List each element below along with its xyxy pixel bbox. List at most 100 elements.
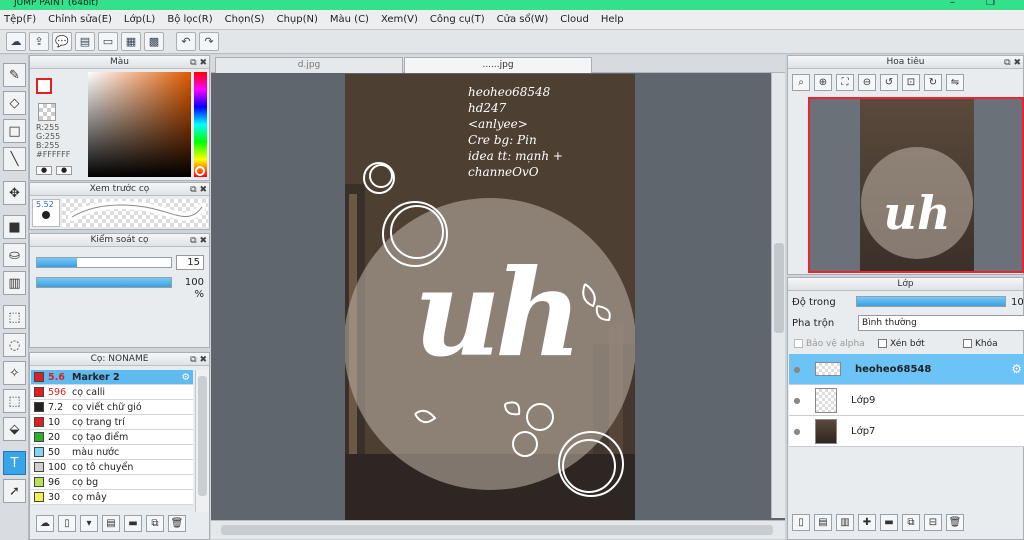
lasso-icon[interactable]: ◌ bbox=[3, 333, 26, 357]
zoom-in-icon[interactable]: ⊕ bbox=[814, 74, 832, 91]
menu-file[interactable]: Tệp(F) bbox=[4, 14, 36, 25]
grid-icon[interactable]: ▩ bbox=[144, 32, 164, 51]
select-eraser-icon[interactable]: ⬙ bbox=[3, 417, 26, 441]
brush-item[interactable]: 10 cọ trang trí bbox=[31, 415, 193, 430]
blend-mode-select[interactable]: Bình thường bbox=[858, 315, 1024, 331]
layer-visibility-icon[interactable]: ● bbox=[791, 396, 803, 405]
color-mode-button-2[interactable]: ● bbox=[56, 166, 72, 175]
rect-tool-icon[interactable]: □ bbox=[3, 119, 26, 143]
cloud-upload-icon[interactable]: ☁ bbox=[36, 515, 54, 532]
brush-settings-icon[interactable]: ▤ bbox=[102, 515, 120, 532]
layer-opacity-slider[interactable] bbox=[856, 296, 1006, 307]
clipping-checkbox[interactable]: Xén bớt bbox=[878, 339, 925, 349]
color-mode-button[interactable]: ● bbox=[36, 166, 52, 175]
brush-settings-gear-icon[interactable]: ⚙ bbox=[181, 372, 190, 383]
menu-color[interactable]: Màu (C) bbox=[330, 14, 369, 25]
menu-cloud[interactable]: Cloud bbox=[560, 14, 589, 25]
brush-item[interactable]: 96 cọ bg bbox=[31, 475, 193, 490]
saturation-value-picker[interactable] bbox=[88, 72, 191, 177]
new-layer-2-icon[interactable]: ▤ bbox=[814, 514, 832, 531]
brush-item[interactable]: 100 cọ tô chuyển bbox=[31, 460, 193, 475]
brush-item[interactable]: 596 cọ calli bbox=[31, 385, 193, 400]
redo-icon[interactable]: ↷ bbox=[199, 32, 219, 51]
transparent-color-swatch[interactable] bbox=[38, 103, 56, 121]
new-brush-icon[interactable]: ▯ bbox=[58, 515, 76, 532]
tab-d-jpg[interactable]: d.jpg bbox=[215, 57, 403, 73]
minimize-button[interactable]: – bbox=[950, 0, 955, 8]
undo-icon[interactable]: ↶ bbox=[176, 32, 196, 51]
magic-wand-icon[interactable]: ✧ bbox=[3, 361, 26, 385]
brush-item[interactable]: 20 cọ tạo điểm bbox=[31, 430, 193, 445]
menu-filter[interactable]: Bộ lọc(R) bbox=[167, 14, 212, 25]
layer-row[interactable]: ● Lớp9 bbox=[789, 385, 1024, 416]
maximize-button[interactable]: ❐ bbox=[986, 0, 995, 8]
move-tool-icon[interactable]: ✥ bbox=[3, 181, 26, 205]
foreground-color-swatch[interactable] bbox=[36, 78, 52, 94]
eraser-tool-icon[interactable]: ◇ bbox=[3, 91, 26, 115]
hue-slider[interactable] bbox=[194, 72, 207, 177]
panel-buttons[interactable]: ⧉ ✖ bbox=[190, 184, 207, 196]
lock-checkbox[interactable]: Khóa bbox=[963, 339, 998, 349]
document-icon[interactable]: ▭ bbox=[98, 32, 118, 51]
brush-options-icon[interactable]: ▾ bbox=[80, 515, 98, 532]
canvas-vertical-scrollbar[interactable] bbox=[771, 73, 785, 518]
brush-item[interactable]: 7.2 cọ viết chữ gió bbox=[31, 400, 193, 415]
menu-capture[interactable]: Chụp(N) bbox=[277, 14, 318, 25]
document-canvas[interactable]: heoheo68548 hd247 <anlyee> Cre bg: Pin i… bbox=[345, 74, 635, 520]
brush-size-slider[interactable] bbox=[36, 257, 172, 268]
brush-size-input[interactable]: 15 bbox=[176, 255, 204, 270]
comment-icon[interactable]: 💬 bbox=[52, 32, 72, 51]
line-tool-icon[interactable]: ╲ bbox=[3, 147, 26, 171]
new-layer-3-icon[interactable]: ▥ bbox=[836, 514, 854, 531]
select-rect-icon[interactable]: ⬚ bbox=[3, 305, 26, 329]
rotate-right-icon[interactable]: ↻ bbox=[924, 74, 942, 91]
panel-buttons[interactable]: ⧉ ✖ bbox=[190, 235, 207, 247]
fill-rect-tool-icon[interactable]: ■ bbox=[3, 215, 26, 239]
menu-help[interactable]: Help bbox=[601, 14, 624, 25]
flip-icon[interactable]: ⇋ bbox=[946, 74, 964, 91]
panel-icon[interactable]: ▦ bbox=[121, 32, 141, 51]
menu-select[interactable]: Chọn(S) bbox=[225, 14, 265, 25]
menu-window[interactable]: Cửa sổ(W) bbox=[497, 14, 549, 25]
brush-item[interactable]: 5.6 Marker 2 ⚙ bbox=[31, 370, 193, 385]
rotate-left-icon[interactable]: ↺ bbox=[880, 74, 898, 91]
menu-layer[interactable]: Lớp(L) bbox=[124, 14, 155, 25]
menu-view[interactable]: Xem(V) bbox=[381, 14, 418, 25]
layer-duplicate-icon[interactable]: ⧉ bbox=[902, 514, 920, 531]
layer-settings-gear-icon[interactable]: ⚙ bbox=[1011, 362, 1022, 376]
add-layer-menu-icon[interactable]: ✚ bbox=[858, 514, 876, 531]
bucket-tool-icon[interactable]: ⛀ bbox=[3, 243, 26, 267]
select-pen-icon[interactable]: ⬚ bbox=[3, 389, 26, 413]
brush-tool-icon[interactable]: ✎ bbox=[3, 63, 26, 87]
delete-icon[interactable]: 🗑 bbox=[168, 515, 186, 532]
menu-edit[interactable]: Chỉnh sửa(E) bbox=[48, 14, 112, 25]
message-icon[interactable]: ▤ bbox=[75, 32, 95, 51]
menu-tools[interactable]: Công cụ(T) bbox=[430, 14, 485, 25]
layer-visibility-icon[interactable]: ● bbox=[791, 365, 803, 374]
brush-item[interactable]: 50 màu nước bbox=[31, 445, 193, 460]
fit-icon[interactable]: ⛶ bbox=[836, 74, 854, 91]
duplicate-icon[interactable]: ⧉ bbox=[146, 515, 164, 532]
folder-icon[interactable]: ▬ bbox=[124, 515, 142, 532]
gradient-tool-icon[interactable]: ▥ bbox=[3, 271, 26, 295]
layer-delete-icon[interactable]: 🗑 bbox=[946, 514, 964, 531]
reset-view-icon[interactable]: ⊡ bbox=[902, 74, 920, 91]
canvas-horizontal-scrollbar[interactable] bbox=[211, 520, 785, 539]
tab-active-jpg[interactable]: ......jpg bbox=[404, 57, 592, 73]
layer-row[interactable]: ● Lớp7 bbox=[789, 416, 1024, 447]
operation-tool-icon[interactable]: ➚ bbox=[3, 479, 26, 503]
navigator-preview[interactable]: uh bbox=[808, 97, 1024, 273]
text-tool-icon[interactable]: T bbox=[3, 451, 26, 475]
share-icon[interactable]: ⇪ bbox=[29, 32, 49, 51]
hue-handle-icon[interactable] bbox=[195, 166, 205, 176]
brush-item[interactable]: 30 cọ mây bbox=[31, 490, 193, 505]
panel-buttons[interactable]: ⧉ ✖ bbox=[190, 57, 207, 69]
protect-alpha-checkbox[interactable]: Bảo vệ alpha bbox=[794, 339, 865, 349]
brush-opacity-slider[interactable] bbox=[36, 277, 172, 288]
layer-merge-icon[interactable]: ⊟ bbox=[924, 514, 942, 531]
cloud-icon[interactable]: ☁ bbox=[6, 32, 26, 51]
new-layer-icon[interactable]: ▯ bbox=[792, 514, 810, 531]
zoom-out-icon[interactable]: ⊖ bbox=[858, 74, 876, 91]
panel-buttons[interactable]: ⧉ ✖ bbox=[190, 354, 207, 366]
brush-list-scrollbar[interactable] bbox=[195, 370, 209, 512]
